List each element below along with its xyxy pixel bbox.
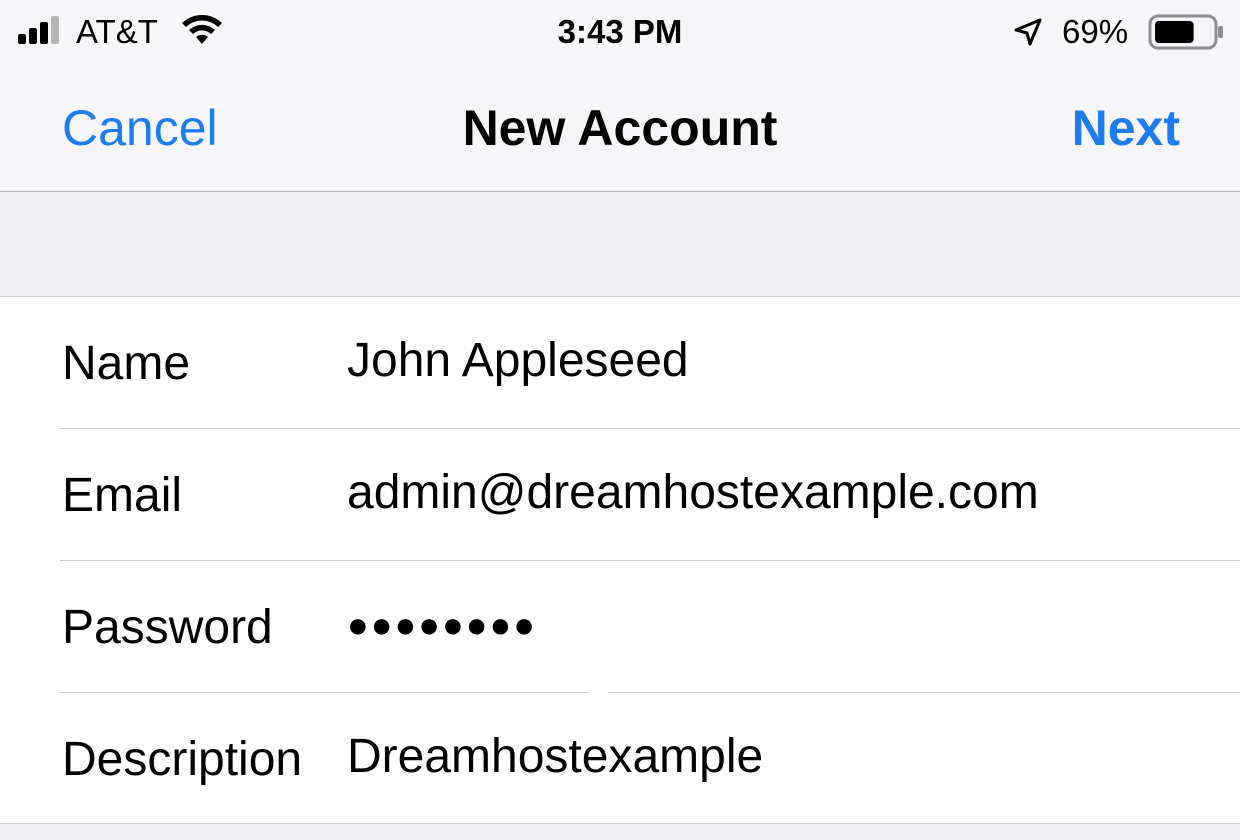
navigation-bar: Cancel New Account Next <box>0 64 1240 192</box>
name-row[interactable]: Name <box>0 297 1240 429</box>
email-input[interactable] <box>347 461 1227 525</box>
name-input[interactable] <box>347 329 1227 393</box>
description-label: Description <box>62 733 303 786</box>
cancel-button[interactable]: Cancel <box>62 98 218 158</box>
battery-percent: 69% <box>1062 13 1129 50</box>
password-label: Password <box>62 601 273 654</box>
carrier-name: AT&T <box>76 13 158 50</box>
status-bar: AT&T 3:43 PM 69% <box>0 0 1240 64</box>
name-label: Name <box>62 337 191 390</box>
description-row[interactable]: Description <box>0 693 1240 825</box>
description-input[interactable] <box>347 725 1227 789</box>
battery-icon <box>1148 14 1223 50</box>
wifi-icon <box>182 15 222 44</box>
next-button[interactable]: Next <box>1072 98 1180 158</box>
signal-icon <box>18 16 59 44</box>
email-row[interactable]: Email <box>0 429 1240 561</box>
location-arrow-icon <box>1014 18 1042 46</box>
email-label: Email <box>62 469 183 522</box>
top-bar: AT&T 3:43 PM 69% Cancel New Account Next <box>0 0 1240 192</box>
new-account-screen: AT&T 3:43 PM 69% Cancel New Account Next <box>0 0 1240 840</box>
password-input[interactable] <box>347 593 1227 657</box>
account-form: Name Email Password Description <box>0 296 1240 824</box>
password-row[interactable]: Password <box>0 561 1240 693</box>
